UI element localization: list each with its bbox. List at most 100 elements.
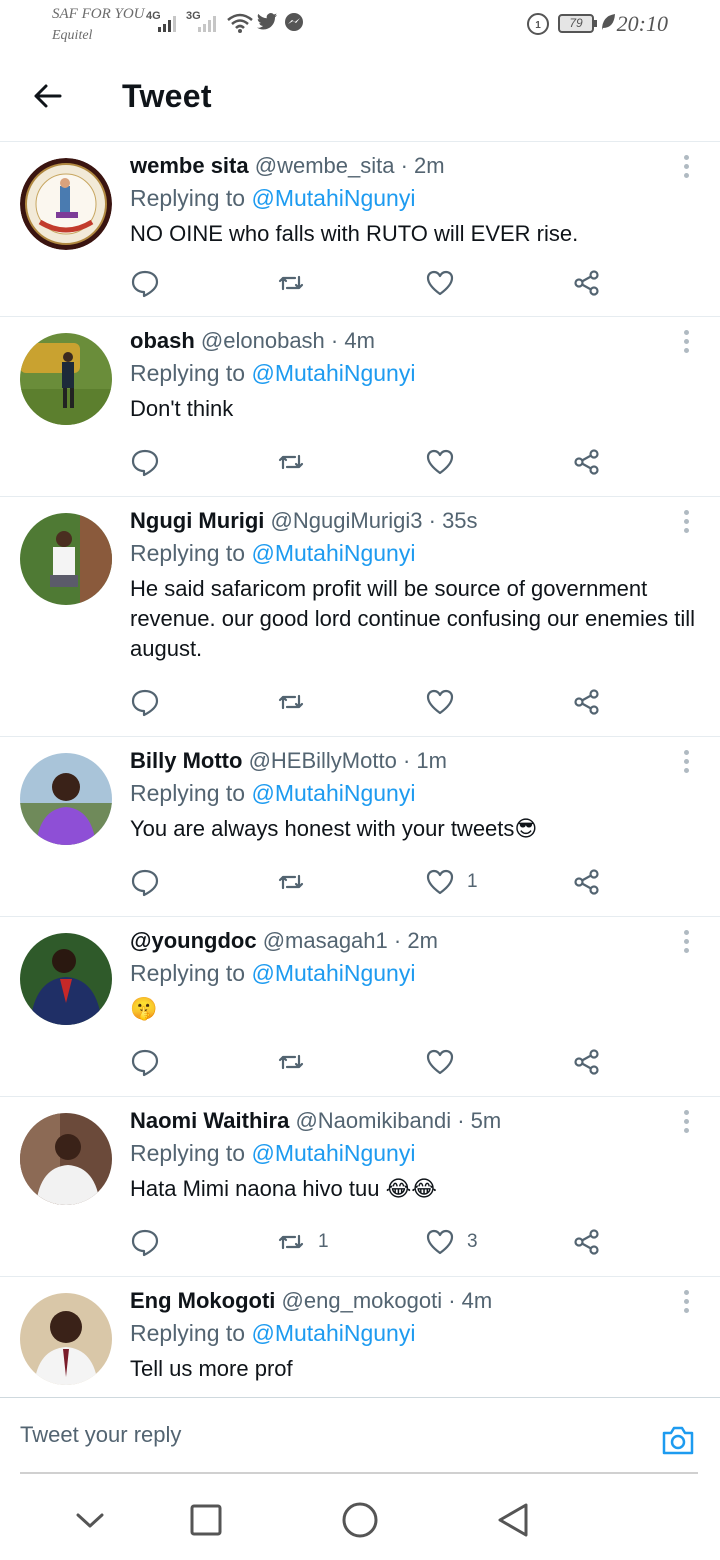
like-button[interactable]: 1 (425, 864, 478, 900)
reply-button[interactable] (130, 684, 160, 720)
mention-link[interactable]: @MutahiNgunyi (251, 780, 415, 806)
author-handle[interactable]: @masagah1 (263, 928, 388, 953)
retweet-button[interactable] (276, 444, 318, 480)
author-handle[interactable]: @Naomikibandi (295, 1108, 451, 1133)
avatar[interactable] (20, 933, 112, 1025)
tweet-item[interactable]: wembe sita @wembe_sita · 2m Replying to … (0, 143, 720, 317)
like-button[interactable] (425, 1044, 467, 1080)
tweet-item[interactable]: @youngdoc @masagah1 · 2m Replying to @Mu… (0, 918, 720, 1097)
battery-indicator: 79 (558, 14, 597, 33)
share-button[interactable] (572, 684, 602, 720)
comment-icon (131, 1049, 159, 1077)
author-name[interactable]: wembe sita (130, 153, 249, 178)
heart-icon (426, 869, 454, 895)
author-handle[interactable]: @elonobash (201, 328, 325, 353)
heart-icon (426, 1049, 454, 1075)
share-button[interactable] (572, 1224, 602, 1260)
avatar[interactable] (20, 158, 112, 250)
reply-input[interactable] (20, 1422, 620, 1448)
replying-to: Replying to @MutahiNgunyi (130, 780, 416, 806)
more-options-icon[interactable] (680, 930, 692, 956)
more-options-icon[interactable] (680, 1110, 692, 1136)
author-name[interactable]: obash (130, 328, 195, 353)
like-count: 3 (467, 1231, 478, 1252)
share-icon (574, 1049, 599, 1075)
retweet-icon (278, 694, 304, 710)
mention-link[interactable]: @MutahiNgunyi (251, 960, 415, 986)
reply-button[interactable] (130, 864, 160, 900)
reply-button[interactable] (130, 265, 160, 301)
share-button[interactable] (572, 1044, 602, 1080)
author-name[interactable]: @youngdoc (130, 928, 257, 953)
author-handle[interactable]: @wembe_sita (255, 153, 395, 178)
author-name[interactable]: Naomi Waithira (130, 1108, 289, 1133)
retweet-button[interactable] (276, 1044, 318, 1080)
like-button[interactable] (425, 265, 467, 301)
chevron-down-icon[interactable] (70, 1500, 110, 1540)
recents-square-icon[interactable] (186, 1500, 226, 1540)
like-button[interactable] (425, 684, 467, 720)
system-nav-bar (0, 1476, 720, 1560)
reply-button[interactable] (130, 444, 160, 480)
more-options-icon[interactable] (680, 155, 692, 181)
replying-to: Replying to @MutahiNgunyi (130, 1320, 416, 1346)
signal-bars-1 (158, 14, 176, 32)
retweet-icon (278, 874, 304, 890)
author-name[interactable]: Billy Motto (130, 748, 242, 773)
more-options-icon[interactable] (680, 330, 692, 356)
tweet-text: NO OINE who falls with RUTO will EVER ri… (130, 221, 579, 246)
share-button[interactable] (572, 444, 602, 480)
avatar[interactable] (20, 1113, 112, 1205)
tweet-header: Naomi Waithira @Naomikibandi · 5m (130, 1108, 502, 1133)
leaf-icon (602, 14, 615, 30)
reply-button[interactable] (130, 1224, 160, 1260)
mention-link[interactable]: @MutahiNgunyi (251, 185, 415, 211)
avatar[interactable] (20, 753, 112, 845)
tweet-header: Ngugi Murigi @NgugiMurigi3 · 35s (130, 508, 478, 533)
tweet-header: @youngdoc @masagah1 · 2m (130, 928, 438, 953)
retweet-button[interactable] (276, 684, 318, 720)
author-name[interactable]: Ngugi Murigi (130, 508, 264, 533)
back-arrow-icon[interactable] (30, 78, 66, 114)
mention-link[interactable]: @MutahiNgunyi (251, 360, 415, 386)
author-handle[interactable]: @HEBillyMotto (249, 748, 397, 773)
author-name[interactable]: Eng Mokogoti (130, 1288, 275, 1313)
retweet-button[interactable] (276, 864, 318, 900)
share-button[interactable] (572, 864, 602, 900)
camera-icon[interactable] (660, 1422, 696, 1458)
replying-to: Replying to @MutahiNgunyi (130, 960, 416, 986)
mention-link[interactable]: @MutahiNgunyi (251, 1140, 415, 1166)
more-options-icon[interactable] (680, 510, 692, 536)
share-button[interactable] (572, 265, 602, 301)
tweet-item[interactable]: Naomi Waithira @Naomikibandi · 5m Replyi… (0, 1098, 720, 1277)
like-button[interactable] (425, 444, 467, 480)
tweet-item[interactable]: obash @elonobash · 4m Replying to @Mutah… (0, 318, 720, 497)
tweet-time: 4m (344, 328, 375, 353)
retweet-button[interactable]: 1 (276, 1224, 329, 1260)
twitter-notification-icon (256, 13, 278, 30)
mention-link[interactable]: @MutahiNgunyi (251, 1320, 415, 1346)
retweet-button[interactable] (276, 265, 318, 301)
avatar[interactable] (20, 1293, 112, 1385)
retweet-icon (278, 1054, 304, 1070)
more-options-icon[interactable] (680, 750, 692, 776)
composer-divider (20, 1472, 698, 1474)
replying-to: Replying to @MutahiNgunyi (130, 185, 416, 211)
more-options-icon[interactable] (680, 1290, 692, 1316)
reply-button[interactable] (130, 1044, 160, 1080)
avatar[interactable] (20, 513, 112, 605)
home-circle-icon[interactable] (340, 1500, 380, 1540)
tweet-text: Tell us more prof (130, 1356, 293, 1381)
like-button[interactable]: 3 (425, 1224, 478, 1260)
tweet-item[interactable]: Ngugi Murigi @NgugiMurigi3 · 35s Replyin… (0, 498, 720, 737)
share-icon (574, 270, 599, 296)
author-handle[interactable]: @eng_mokogoti (282, 1288, 443, 1313)
back-triangle-icon[interactable] (494, 1500, 534, 1540)
mention-link[interactable]: @MutahiNgunyi (251, 540, 415, 566)
avatar[interactable] (20, 333, 112, 425)
author-handle[interactable]: @NgugiMurigi3 (271, 508, 423, 533)
tweet-time: 35s (442, 508, 478, 533)
tweet-header: Eng Mokogoti @eng_mokogoti · 4m (130, 1288, 493, 1313)
tweet-item[interactable]: Eng Mokogoti @eng_mokogoti · 4m Replying… (0, 1278, 720, 1397)
tweet-item[interactable]: Billy Motto @HEBillyMotto · 1m Replying … (0, 738, 720, 917)
